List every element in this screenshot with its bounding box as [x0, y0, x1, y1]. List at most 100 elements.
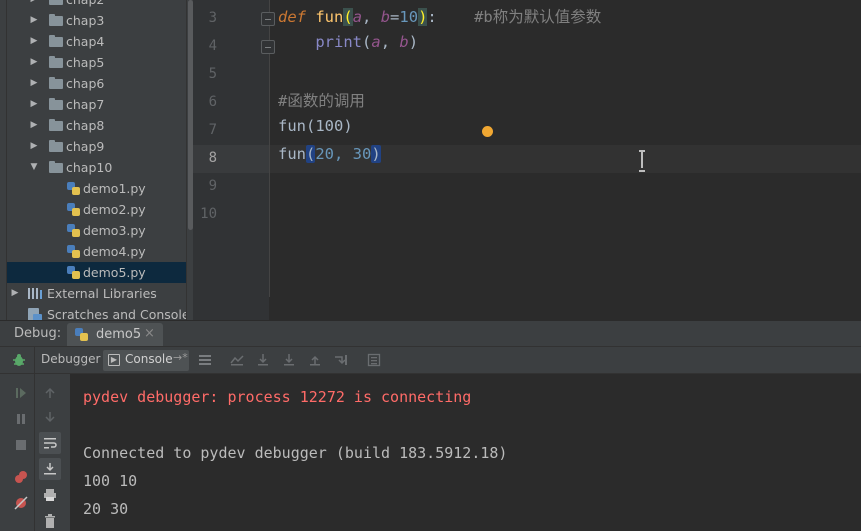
expand-arrow-icon[interactable]: ▶	[29, 73, 39, 94]
expand-arrow-icon[interactable]: ▶	[29, 94, 39, 115]
stop-icon[interactable]	[10, 434, 32, 456]
debug-side-toolbar	[0, 374, 70, 531]
tree-folder-chap3[interactable]: ▶ chap3	[7, 10, 193, 31]
expand-arrow-icon[interactable]: ▶	[29, 115, 39, 136]
expand-arrow-icon[interactable]: ▶	[29, 10, 39, 31]
tree-file-demo5[interactable]: demo5.py	[7, 262, 193, 283]
tree-item-label: chap2	[66, 0, 104, 10]
fold-end-icon[interactable]	[261, 40, 275, 54]
tree-file-demo2[interactable]: demo2.py	[7, 199, 193, 220]
console-stdout-line: 20 30	[83, 500, 129, 518]
evaluate-expression-icon[interactable]	[363, 349, 385, 371]
debug-rerun-icon[interactable]	[8, 349, 30, 371]
text-cursor-icon	[639, 150, 645, 172]
trash-icon[interactable]	[39, 510, 61, 531]
console-stdout-line: Connected to pydev debugger (build 183.5…	[83, 444, 508, 462]
toolbar-separator	[34, 347, 35, 531]
tree-item-label: chap8	[66, 118, 105, 133]
pause-icon[interactable]	[10, 408, 32, 430]
tree-folder-chap10[interactable]: ▼ chap10	[7, 157, 193, 178]
intention-bulb-icon[interactable]	[482, 126, 493, 137]
expand-arrow-icon[interactable]: ▶	[29, 31, 39, 52]
folder-icon	[49, 0, 63, 5]
folder-icon	[49, 119, 63, 131]
tree-folder-chap4[interactable]: ▶ chap4	[7, 31, 193, 52]
code-line-4: print(a, b)	[278, 33, 418, 61]
python-file-icon	[67, 245, 80, 258]
tree-scratches-consoles[interactable]: Scratches and Consoles	[7, 304, 193, 320]
fold-collapse-icon[interactable]	[261, 12, 275, 26]
line-number: 10	[200, 206, 217, 222]
step-out-icon[interactable]	[304, 349, 326, 371]
expand-arrow-icon[interactable]: ▶	[29, 0, 39, 10]
down-arrow-icon[interactable]	[39, 406, 61, 428]
tree-file-demo1[interactable]: demo1.py	[7, 178, 193, 199]
soft-wrap-icon[interactable]	[39, 432, 61, 454]
tree-item-label: demo5.py	[83, 265, 146, 280]
folder-icon	[49, 56, 63, 68]
param-b: b	[399, 33, 409, 51]
expand-arrow-icon[interactable]: ▶	[29, 52, 39, 73]
python-file-icon	[75, 328, 88, 341]
tree-item-label: chap9	[66, 139, 105, 154]
python-file-icon	[67, 266, 80, 279]
paren-close: )	[418, 8, 428, 26]
tree-item-label: chap7	[66, 97, 105, 112]
scroll-to-end-icon[interactable]	[39, 458, 61, 480]
tree-item-label: demo1.py	[83, 181, 146, 196]
folder-icon	[49, 98, 63, 110]
tree-folder-chap8[interactable]: ▶ chap8	[7, 115, 193, 136]
line-number: 9	[208, 178, 217, 194]
tree-folder-chap9[interactable]: ▶ chap9	[7, 136, 193, 157]
tree-external-libraries[interactable]: ▶ External Libraries	[7, 283, 193, 304]
tree-item-label: demo2.py	[83, 202, 146, 217]
code-editor[interactable]: 3 4 5 6 7 8 9 10 def fun(a, b=10): #b称为默…	[193, 0, 861, 320]
python-file-icon	[67, 224, 80, 237]
tree-scrollbar[interactable]	[186, 0, 193, 320]
resume-icon[interactable]	[10, 382, 32, 404]
console-output[interactable]: pydev debugger: process 12272 is connect…	[70, 374, 861, 531]
print-icon[interactable]	[39, 484, 61, 506]
tab-debugger[interactable]: Debugger	[41, 352, 100, 366]
expand-arrow-icon[interactable]: ▶	[10, 283, 20, 304]
console-icon: ▶	[108, 354, 120, 366]
project-tree: ▶ chap2 ▶ chap3 ▶ chap4 ▶ chap5 ▶ chap6 …	[7, 0, 193, 320]
tree-item-label: chap4	[66, 34, 105, 49]
tree-folder-chap5[interactable]: ▶ chap5	[7, 52, 193, 73]
tab-console[interactable]: ▶ Console →*	[103, 350, 189, 371]
keyword-def: def	[278, 8, 306, 26]
close-icon[interactable]: ×	[144, 326, 155, 341]
up-arrow-icon[interactable]	[39, 382, 61, 404]
run-to-cursor-icon[interactable]	[330, 349, 352, 371]
line-number: 7	[208, 122, 217, 138]
tree-file-demo4[interactable]: demo4.py	[7, 241, 193, 262]
step-into-icon[interactable]	[278, 349, 300, 371]
step-over-icon[interactable]	[252, 349, 274, 371]
tree-item-label: demo4.py	[83, 244, 146, 259]
layout-menu-icon[interactable]	[194, 349, 216, 371]
expand-arrow-icon[interactable]: ▶	[29, 136, 39, 157]
console-stdout-line: 100 10	[83, 472, 138, 490]
show-execution-point-icon[interactable]	[226, 349, 248, 371]
view-breakpoints-icon[interactable]	[10, 466, 32, 488]
pin-icon[interactable]: →*	[173, 351, 188, 364]
paren-close: )	[408, 33, 419, 51]
tree-folder-chap2[interactable]: ▶ chap2	[7, 0, 193, 10]
tree-folder-chap7[interactable]: ▶ chap7	[7, 94, 193, 115]
collapse-arrow-icon[interactable]: ▼	[29, 157, 39, 178]
brace-match-open: (	[306, 145, 316, 163]
tree-folder-chap6[interactable]: ▶ chap6	[7, 73, 193, 94]
colon: :	[427, 8, 437, 26]
folder-icon	[49, 14, 63, 26]
paren-open: (	[362, 33, 372, 51]
mute-breakpoints-icon[interactable]	[10, 492, 32, 514]
line-number: 5	[208, 66, 217, 82]
project-tool-stripe	[0, 0, 7, 320]
tree-item-label: External Libraries	[47, 286, 157, 301]
run-config-tab[interactable]: demo5 ×	[67, 323, 163, 346]
tree-item-label: chap6	[66, 76, 105, 91]
tree-file-demo3[interactable]: demo3.py	[7, 220, 193, 241]
default-value: 10	[399, 8, 419, 26]
folder-icon	[49, 140, 63, 152]
